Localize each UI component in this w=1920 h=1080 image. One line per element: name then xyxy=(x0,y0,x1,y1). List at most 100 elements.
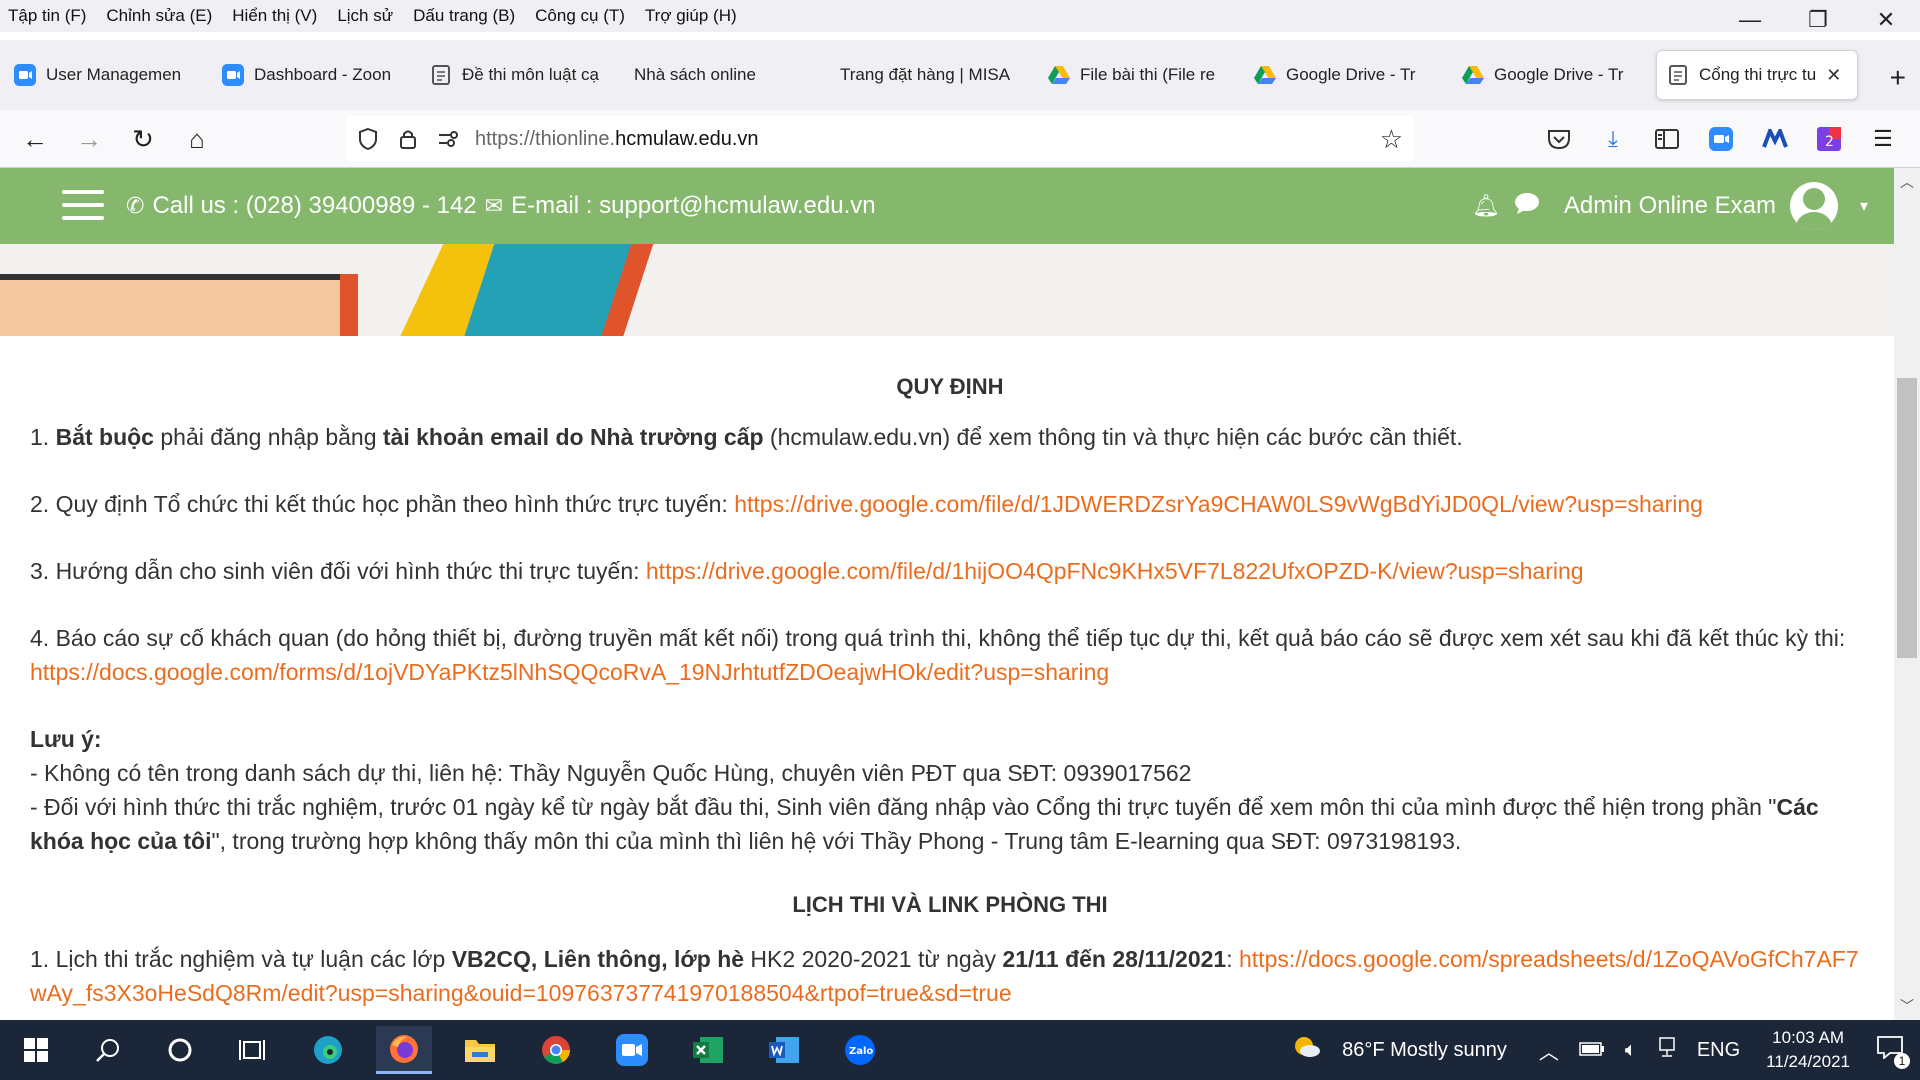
permissions-icon[interactable] xyxy=(431,122,465,156)
notification-count: 1 xyxy=(1894,1053,1910,1069)
zoom-app-icon[interactable] xyxy=(604,1026,660,1074)
chrome-icon[interactable] xyxy=(528,1026,584,1074)
tab-label: Nhà sách online xyxy=(634,65,756,84)
close-window-button[interactable]: ✕ xyxy=(1852,0,1920,40)
minimize-button[interactable]: — xyxy=(1716,0,1784,40)
user-name[interactable]: Admin Online Exam xyxy=(1564,192,1776,220)
rule-3: 3. Hướng dẫn cho sinh viên đối với hình … xyxy=(30,558,1584,584)
windows-start-icon[interactable] xyxy=(8,1026,64,1074)
call-us-text: Call us : (028) 39400989 - 142 xyxy=(152,192,477,219)
bell-icon[interactable]: 🔔︎ xyxy=(1472,193,1500,219)
system-tray: 86°F Mostly sunny ︿ 🔈︎ ENG 10:03 AM 11/2… xyxy=(1282,1020,1920,1080)
battery-icon[interactable] xyxy=(1579,1039,1605,1062)
scroll-down-icon[interactable]: ﹀ xyxy=(1894,994,1920,1018)
back-icon[interactable]: ← xyxy=(18,122,52,156)
window-controls: — ❐ ✕ xyxy=(1716,0,1920,40)
moodle-icon xyxy=(1667,64,1689,86)
forward-icon[interactable]: → xyxy=(72,122,106,156)
tab-nha-sach[interactable]: Nhà sách online xyxy=(634,50,814,100)
menu-view[interactable]: Hiển thị (V) xyxy=(222,6,327,26)
tab-misa[interactable]: Trang đặt hàng | MISA xyxy=(840,50,1020,100)
rule-2: 2. Quy định Tổ chức thi kết thúc học phầ… xyxy=(30,491,1703,517)
file-explorer-icon[interactable] xyxy=(452,1026,508,1074)
menu-bookmarks[interactable]: Dấu trang (B) xyxy=(403,6,525,26)
app-menu-icon[interactable]: ☰ xyxy=(1864,122,1902,156)
extension-badge-icon[interactable]: 2 xyxy=(1810,122,1848,156)
tab-label: File bài thi (File re xyxy=(1080,65,1216,84)
reload-icon[interactable]: ↻ xyxy=(126,122,160,156)
task-view-icon[interactable] xyxy=(224,1026,280,1074)
tab-file-bai-thi[interactable]: File bài thi (File re xyxy=(1048,50,1226,100)
tab-label: Google Drive - Tr xyxy=(1494,65,1624,84)
weather-icon[interactable] xyxy=(1292,1034,1322,1066)
firefox-icon[interactable] xyxy=(376,1026,432,1074)
avatar[interactable] xyxy=(1789,182,1838,230)
word-icon[interactable] xyxy=(756,1026,812,1074)
tab-bar: User Managemen Dashboard - Zoon Đề thi m… xyxy=(0,40,1920,110)
link-huong-dan[interactable]: https://drive.google.com/file/d/1hijOO4Q… xyxy=(646,558,1584,584)
menu-tools[interactable]: Công cụ (T) xyxy=(525,6,635,26)
network-icon[interactable] xyxy=(1657,1036,1677,1064)
menu-history[interactable]: Lịch sử xyxy=(327,6,403,26)
pocket-icon[interactable] xyxy=(1540,122,1578,156)
restore-button[interactable]: ❐ xyxy=(1784,0,1852,40)
email-text[interactable]: E-mail : support@hcmulaw.edu.vn xyxy=(511,192,876,220)
tab-label: Google Drive - Tr xyxy=(1286,65,1416,84)
home-icon[interactable]: ⌂ xyxy=(180,122,214,156)
note-1: - Không có tên trong danh sách dự thi, l… xyxy=(30,760,1192,786)
zalo-icon[interactable]: Zalo xyxy=(832,1026,888,1074)
link-bao-cao-su-co[interactable]: https://docs.google.com/forms/d/1ojVDYaP… xyxy=(30,659,1109,685)
bookmark-star-icon[interactable]: ☆ xyxy=(1380,124,1403,155)
chevron-up-icon[interactable]: ︿ xyxy=(1539,1036,1559,1065)
hamburger-menu-icon[interactable] xyxy=(62,190,104,220)
close-tab-icon[interactable]: ✕ xyxy=(1826,65,1841,86)
zoom-extension-icon[interactable] xyxy=(1702,122,1740,156)
main-content: QUY ĐỊNH 1. Bắt buộc phải đăng nhập bằng… xyxy=(30,336,1870,1010)
note-2: - Đối với hình thức thi trắc nghiệm, trư… xyxy=(30,794,1819,854)
search-icon[interactable] xyxy=(80,1026,136,1074)
weather-text[interactable]: 86°F Mostly sunny xyxy=(1342,1039,1507,1062)
url-bar[interactable]: https://thionline.hcmulaw.edu.vn ☆ xyxy=(345,116,1415,162)
download-icon[interactable]: ⤓ xyxy=(1594,122,1632,156)
link-quy-dinh[interactable]: https://drive.google.com/file/d/1JDWERDZ… xyxy=(734,491,1703,517)
tab-label: Trang đặt hàng | MISA xyxy=(840,65,1011,84)
edge-icon[interactable] xyxy=(300,1026,356,1074)
google-drive-icon xyxy=(1462,64,1484,86)
menu-help[interactable]: Trợ giúp (H) xyxy=(635,6,747,26)
scroll-up-icon[interactable]: ︿ xyxy=(1894,170,1920,194)
zoom-icon xyxy=(222,64,244,86)
page-scrollbar[interactable]: ︿ ﹀ xyxy=(1894,168,1920,1020)
excel-icon[interactable] xyxy=(680,1026,736,1074)
cortana-icon[interactable] xyxy=(152,1026,208,1074)
user-area: 🔔︎ Admin Online Exam ▾ xyxy=(1472,182,1868,230)
lock-icon[interactable] xyxy=(391,122,425,156)
tab-de-thi[interactable]: Đề thi môn luật cạ xyxy=(430,50,606,100)
phone-icon: ✆ xyxy=(126,193,145,218)
chevron-down-icon[interactable]: ▾ xyxy=(1860,196,1868,216)
clock[interactable]: 10:03 AM 11/24/2021 xyxy=(1766,1026,1850,1074)
menu-edit[interactable]: Chỉnh sửa (E) xyxy=(96,6,222,26)
section-title-rules: QUY ĐỊNH xyxy=(896,374,1004,399)
envelope-icon: ✉ xyxy=(484,193,504,218)
new-tab-button[interactable]: + xyxy=(1890,62,1906,94)
chat-icon[interactable] xyxy=(1514,192,1540,220)
extension-m-icon[interactable] xyxy=(1756,122,1794,156)
clock-time: 10:03 AM xyxy=(1772,1028,1844,1047)
svg-text:2: 2 xyxy=(1825,134,1834,150)
tab-cong-thi-active[interactable]: Cổng thi trực tu ✕ xyxy=(1656,50,1858,100)
tab-dashboard-zoom[interactable]: Dashboard - Zoon xyxy=(222,50,400,100)
menu-file[interactable]: Tập tin (F) xyxy=(0,6,96,26)
shield-icon[interactable] xyxy=(351,122,385,156)
notification-icon[interactable]: 1 xyxy=(1876,1035,1910,1069)
tab-google-drive-2[interactable]: Google Drive - Tr xyxy=(1462,50,1652,100)
sidebar-icon[interactable] xyxy=(1648,122,1686,156)
scrollbar-thumb[interactable] xyxy=(1897,378,1917,658)
svg-text:Zalo: Zalo xyxy=(849,1046,873,1057)
book-illustration xyxy=(0,274,340,336)
url-text[interactable]: https://thionline.hcmulaw.edu.vn xyxy=(475,128,759,151)
moodle-icon xyxy=(430,64,452,86)
language-indicator[interactable]: ENG xyxy=(1697,1039,1740,1062)
tab-google-drive-1[interactable]: Google Drive - Tr xyxy=(1254,50,1432,100)
tab-user-management[interactable]: User Managemen xyxy=(14,50,194,100)
volume-icon[interactable]: 🔈︎ xyxy=(1625,1039,1637,1062)
